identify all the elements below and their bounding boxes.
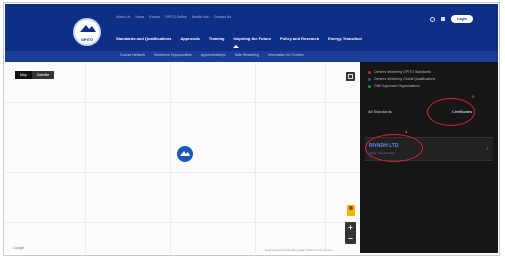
nav-policy[interactable]: Policy and Research bbox=[280, 36, 319, 41]
top-link-contact[interactable]: Contact Us bbox=[214, 15, 231, 21]
nav-training[interactable]: Training bbox=[209, 36, 225, 41]
subnav-info-centres[interactable]: Information for Centres bbox=[268, 53, 304, 57]
map-type-toggle: Map Satellite bbox=[15, 71, 55, 79]
logo-text: OPITO bbox=[80, 37, 94, 42]
map-gridline bbox=[5, 172, 360, 173]
top-links: About Us News Events OPITO Online Media … bbox=[116, 15, 231, 21]
top-link-media-hub[interactable]: Media Hub bbox=[192, 15, 209, 21]
legend-label: Centres delivering Global Qualifications bbox=[374, 77, 436, 81]
legend-dot-icon bbox=[368, 84, 371, 88]
map-legend: Centres delivering OPITO Standards Centr… bbox=[368, 70, 435, 91]
legend-dot-icon bbox=[368, 70, 371, 74]
map-type-satellite[interactable]: Satellite bbox=[32, 71, 54, 79]
search-icon[interactable] bbox=[430, 16, 435, 22]
map-canvas[interactable]: Map Satellite + − Google Keyboard shortc… bbox=[5, 62, 360, 253]
subnav-course-network[interactable]: Course Network bbox=[120, 53, 145, 57]
annotation-circle bbox=[427, 98, 475, 126]
subnav-safe-restarting[interactable]: Safe Restarting bbox=[235, 53, 259, 57]
legend-item: ONE Approved Organisations bbox=[368, 84, 435, 88]
top-link-news[interactable]: News bbox=[135, 15, 144, 21]
street-view-pegman-icon[interactable] bbox=[347, 205, 355, 216]
logo-wave-icon bbox=[80, 25, 96, 32]
header-actions: Login bbox=[430, 15, 473, 23]
language-icon[interactable] bbox=[441, 17, 445, 21]
top-link-events[interactable]: Events bbox=[149, 15, 160, 21]
map-gridline bbox=[5, 222, 360, 223]
annotation-circle bbox=[365, 134, 423, 162]
chevron-right-icon[interactable]: › bbox=[486, 146, 488, 152]
login-button[interactable]: Login bbox=[451, 15, 473, 23]
map-footer: Keyboard shortcuts Map data ©2022 Terms … bbox=[265, 248, 333, 252]
google-attribution: Google bbox=[13, 246, 25, 250]
annotation-number: 3 bbox=[472, 94, 475, 99]
centre-marker-icon[interactable] bbox=[177, 146, 193, 162]
legend-item: Centres delivering OPITO Standards bbox=[368, 70, 435, 74]
legend-dot-icon bbox=[368, 77, 371, 81]
fullscreen-icon[interactable] bbox=[346, 72, 355, 81]
map-gridline bbox=[170, 62, 171, 253]
legend-label: ONE Approved Organisations bbox=[374, 84, 420, 88]
subnav-workforce[interactable]: Workforce Opportunities bbox=[154, 53, 192, 57]
legend-label: Centres delivering OPITO Standards bbox=[374, 70, 431, 74]
map-gridline bbox=[325, 62, 326, 253]
map-gridline bbox=[85, 62, 86, 253]
subnav-apprenticeships[interactable]: Apprenticeships bbox=[201, 53, 226, 57]
nav-energy[interactable]: Energy Transition bbox=[328, 36, 362, 41]
tab-all-standards[interactable]: All Standards bbox=[368, 106, 392, 118]
opito-logo[interactable]: OPITO bbox=[73, 18, 101, 46]
map-gridline bbox=[5, 102, 360, 103]
top-link-about[interactable]: About Us bbox=[116, 15, 130, 21]
results-panel: Centres delivering OPITO Standards Centr… bbox=[360, 62, 498, 253]
main-nav: Standards and Qualifications Approvals T… bbox=[116, 36, 362, 41]
sub-nav: Course Network Workforce Opportunities A… bbox=[120, 53, 304, 57]
zoom-in-icon[interactable]: + bbox=[345, 222, 356, 233]
nav-standards[interactable]: Standards and Qualifications bbox=[116, 36, 171, 41]
nav-approvals[interactable]: Approvals bbox=[180, 36, 200, 41]
marker-wave-icon bbox=[180, 151, 190, 156]
sub-nav-bar: Course Network Workforce Opportunities A… bbox=[5, 51, 498, 62]
annotation-number: 4 bbox=[405, 129, 408, 134]
zoom-control: + − bbox=[345, 222, 356, 244]
legend-item: Centres delivering Global Qualifications bbox=[368, 77, 435, 81]
nav-inspiring[interactable]: Inspiring the Future bbox=[233, 36, 271, 41]
map-gridline bbox=[255, 62, 256, 253]
zoom-out-icon[interactable]: − bbox=[345, 233, 356, 244]
top-link-opito-online[interactable]: OPITO Online bbox=[165, 15, 187, 21]
map-type-map[interactable]: Map bbox=[15, 71, 32, 79]
active-nav-caret-icon bbox=[233, 45, 239, 48]
